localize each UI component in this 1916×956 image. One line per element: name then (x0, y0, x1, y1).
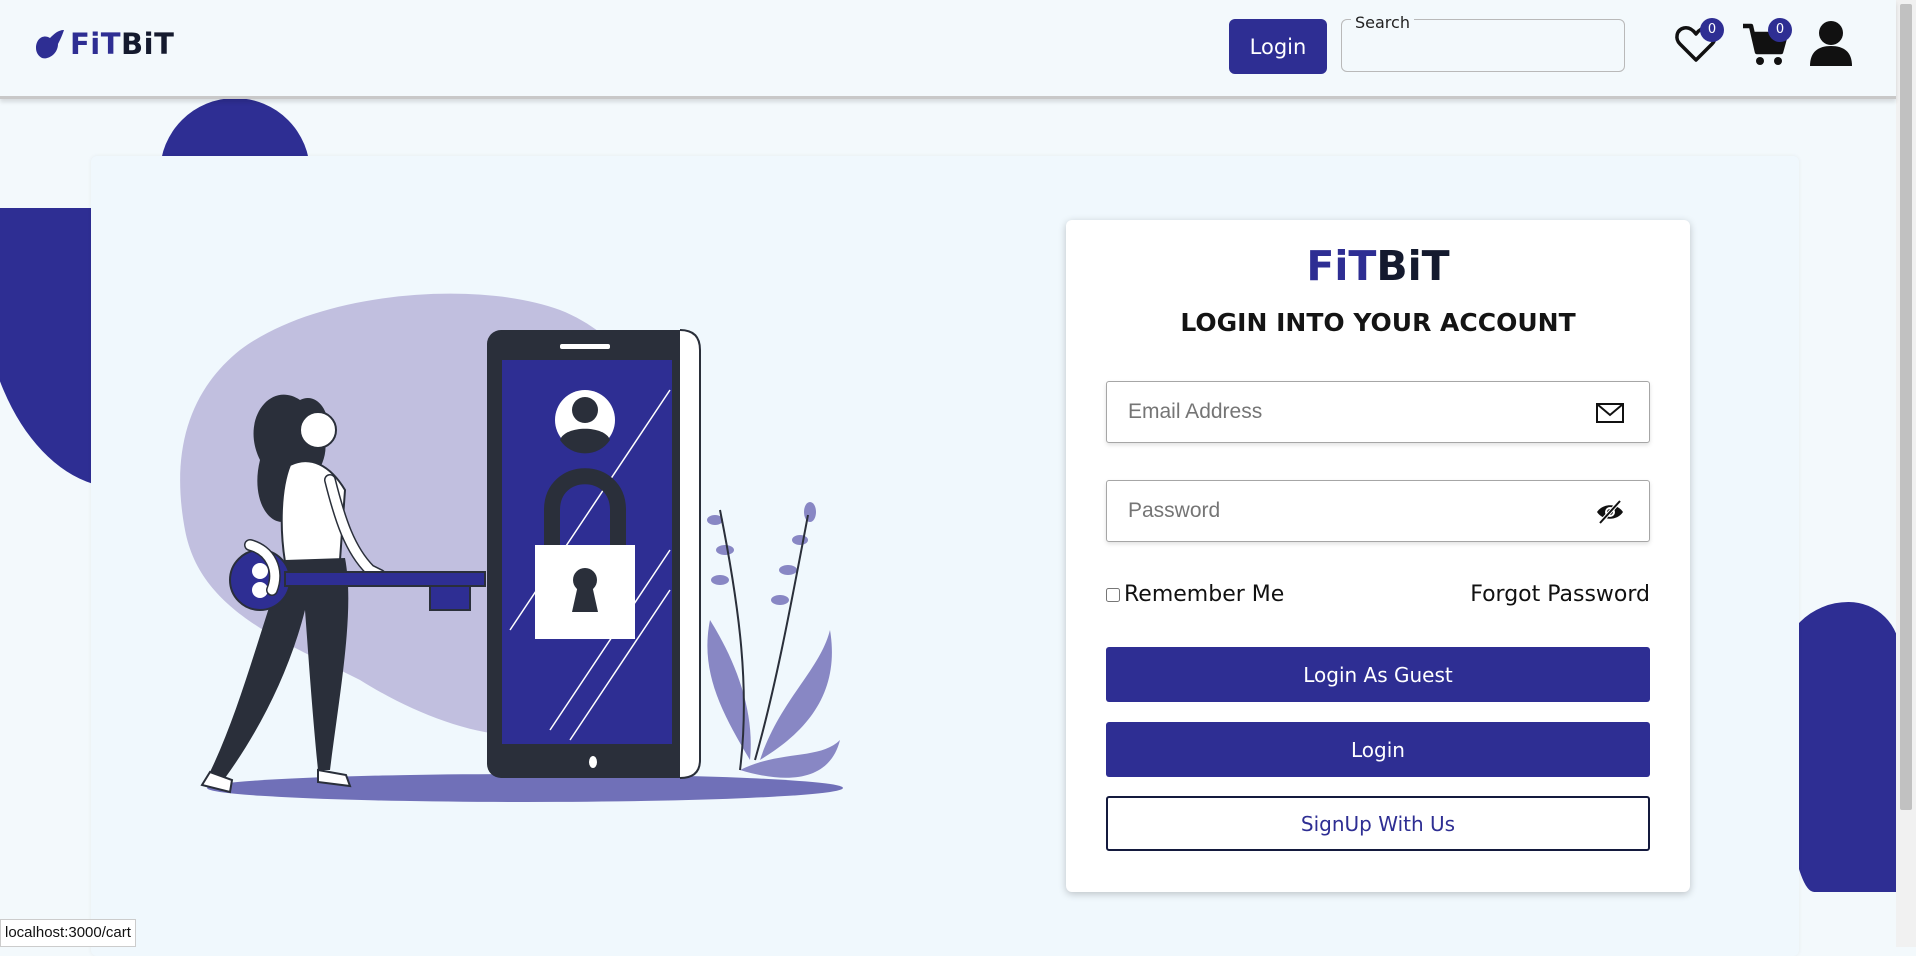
login-button[interactable]: Login (1106, 722, 1650, 777)
top-navbar: FiTBiT Login Search 0 0 (0, 0, 1896, 99)
remember-me-checkbox[interactable] (1106, 587, 1120, 602)
card-logo: FiTBiT (1306, 242, 1450, 290)
password-field (1106, 480, 1650, 542)
logo-text: FiTBiT (70, 27, 175, 61)
page-scrollbar[interactable] (1896, 0, 1916, 947)
user-icon (1810, 21, 1852, 66)
brand-logo[interactable]: FiTBiT (32, 26, 174, 62)
header-login-button[interactable]: Login (1229, 19, 1327, 74)
password-input[interactable] (1107, 481, 1588, 541)
search-field: Search (1341, 13, 1625, 72)
login-title: LOGIN INTO YOUR ACCOUNT (1180, 308, 1576, 337)
forgot-password-link[interactable]: Forgot Password (1470, 582, 1650, 607)
scrollbar-thumb[interactable] (1900, 4, 1912, 810)
account-button[interactable] (1808, 18, 1858, 68)
logo-icon (36, 30, 64, 59)
mail-icon (1596, 403, 1624, 423)
eye-off-icon[interactable] (1595, 498, 1625, 526)
email-field (1106, 381, 1650, 443)
browser-status-url: localhost:3000/cart (0, 919, 136, 947)
remember-me-label: Remember Me (1124, 582, 1285, 607)
login-card: FiTBiT LOGIN INTO YOUR ACCOUNT Remember … (1066, 220, 1690, 892)
wishlist-count-badge: 0 (1700, 18, 1724, 42)
search-label: Search (1351, 13, 1414, 32)
cart-count-badge: 0 (1768, 18, 1792, 42)
cart-button[interactable]: 0 (1741, 18, 1792, 68)
remember-me[interactable]: Remember Me (1106, 582, 1284, 607)
login-as-guest-button[interactable]: Login As Guest (1106, 647, 1650, 702)
email-input[interactable] (1107, 382, 1588, 442)
wishlist-button[interactable]: 0 (1672, 18, 1724, 68)
login-illustration (180, 293, 843, 802)
signup-button[interactable]: SignUp With Us (1106, 796, 1650, 851)
ground-shadow (207, 774, 843, 802)
